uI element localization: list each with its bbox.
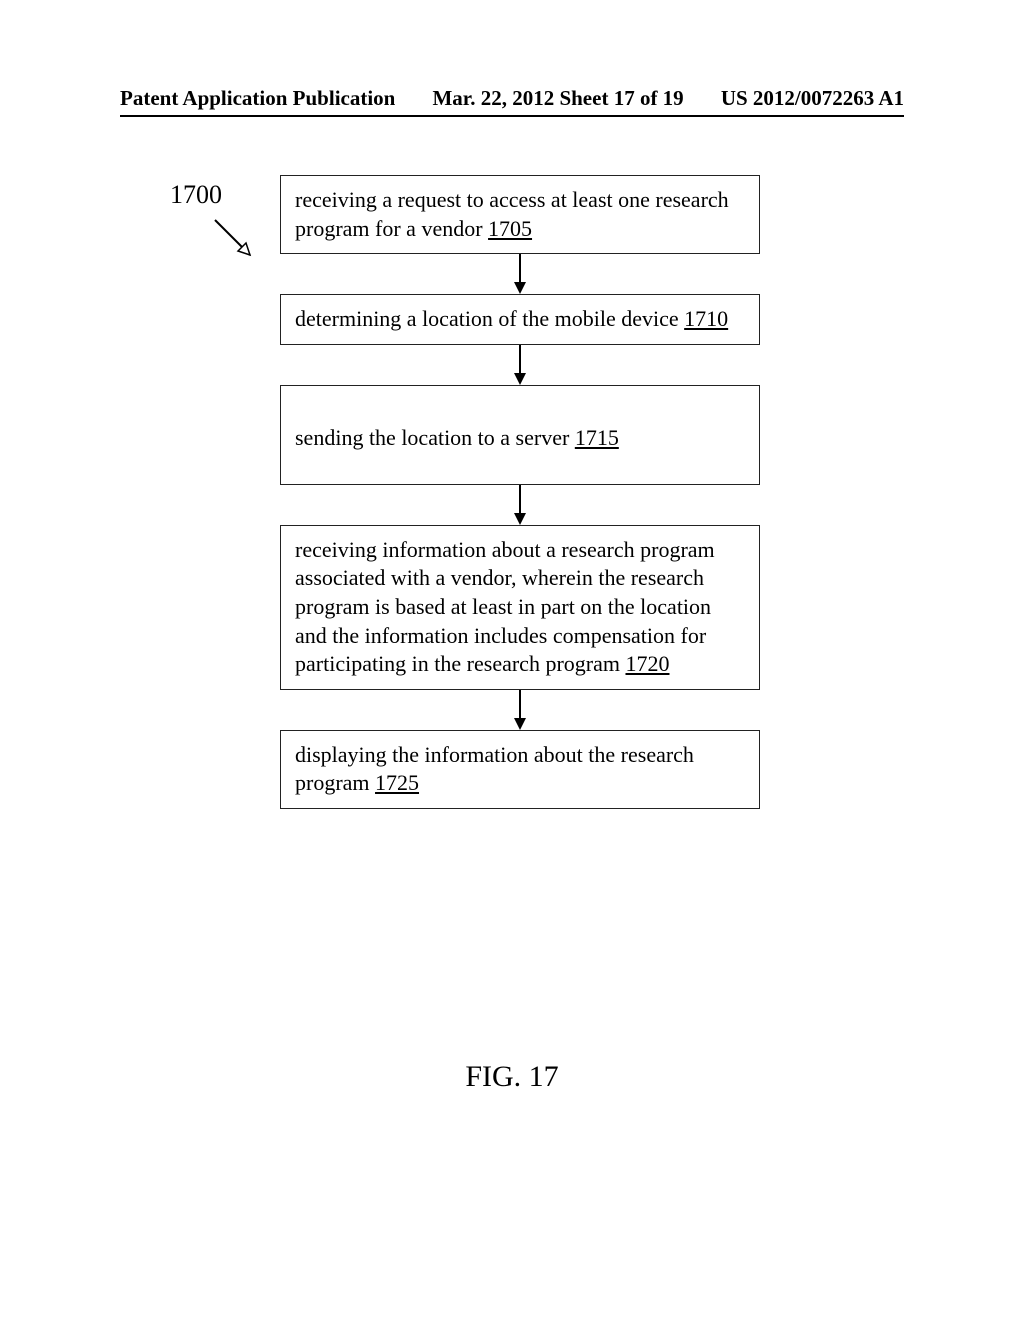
step-ref-number: 1715 — [575, 425, 619, 450]
header-right: US 2012/0072263 A1 — [721, 86, 904, 111]
flowchart-step-1720: receiving information about a research p… — [280, 525, 760, 690]
flowchart-step-1710: determining a location of the mobile dev… — [280, 294, 760, 345]
header-center: Mar. 22, 2012 Sheet 17 of 19 — [432, 86, 683, 111]
step-text: sending the location to a server — [295, 425, 575, 450]
step-ref-number: 1720 — [625, 651, 669, 676]
flowchart-step-1725: displaying the information about the res… — [280, 730, 760, 809]
step-text: displaying the information about the res… — [295, 742, 694, 796]
flowchart: receiving a request to access at least o… — [280, 175, 760, 809]
flowchart-step-1715: sending the location to a server 1715 — [280, 385, 760, 485]
step-ref-number: 1710 — [684, 306, 728, 331]
flow-arrow-icon — [280, 345, 760, 385]
flowchart-reference-number: 1700 — [170, 180, 222, 210]
step-text: determining a location of the mobile dev… — [295, 306, 684, 331]
flow-arrow-icon — [280, 485, 760, 525]
page-header: Patent Application Publication Mar. 22, … — [0, 86, 1024, 111]
flow-arrow-icon — [280, 254, 760, 294]
step-ref-number: 1725 — [375, 770, 419, 795]
diagonal-arrow-icon — [210, 215, 260, 265]
patent-page: Patent Application Publication Mar. 22, … — [0, 0, 1024, 1320]
header-rule — [120, 115, 904, 117]
header-left: Patent Application Publication — [120, 86, 395, 111]
flowchart-step-1705: receiving a request to access at least o… — [280, 175, 760, 254]
step-ref-number: 1705 — [488, 216, 532, 241]
figure-caption: FIG. 17 — [0, 1060, 1024, 1094]
flow-arrow-icon — [280, 690, 760, 730]
